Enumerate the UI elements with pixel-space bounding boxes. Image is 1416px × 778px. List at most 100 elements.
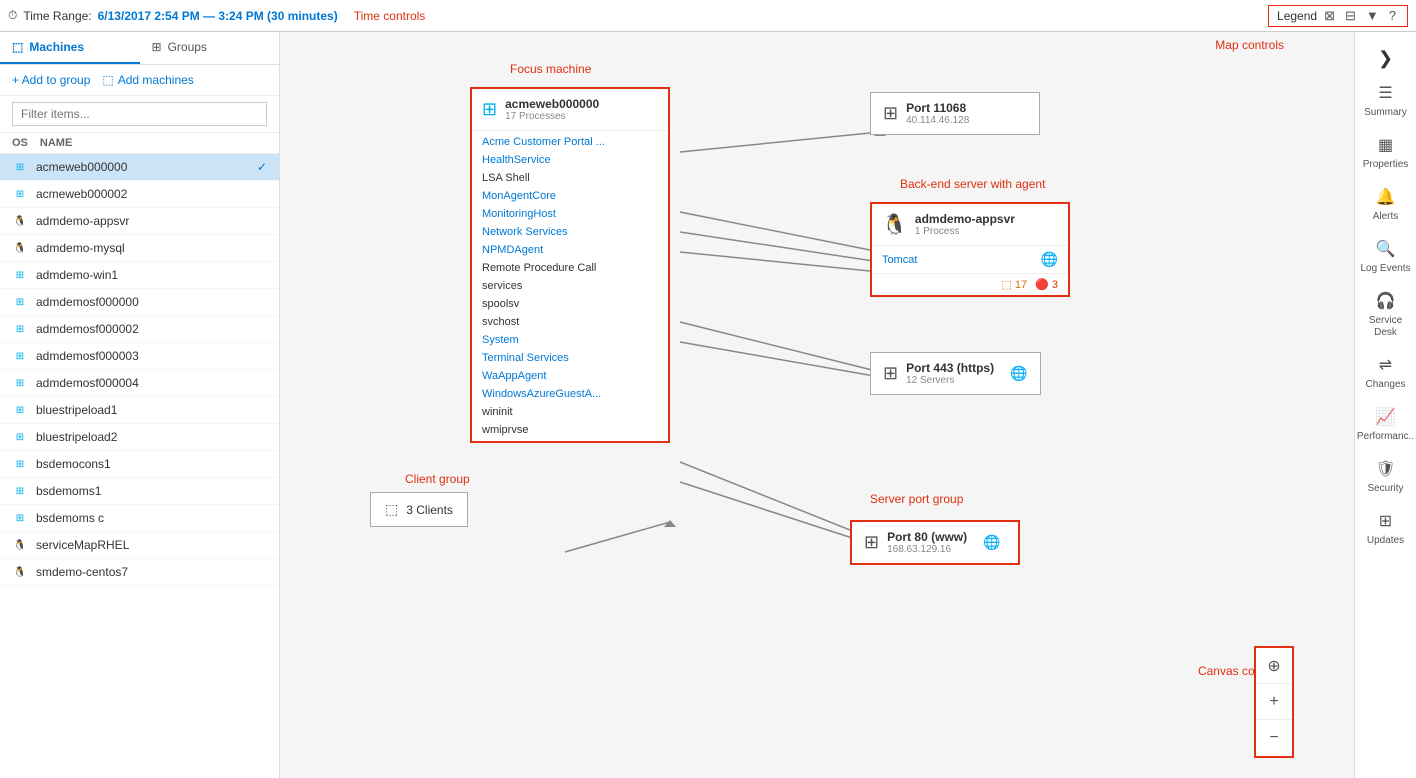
windows-os-icon: ⊞ [12, 510, 28, 526]
backend-footer: ⬚ 17 🔴 3 [872, 274, 1068, 295]
legend-help-icon[interactable]: ? [1386, 8, 1399, 23]
tab-machines[interactable]: ⬚ Machines [0, 32, 140, 64]
zoom-in-button[interactable]: + [1256, 684, 1292, 720]
back-button[interactable]: ❯ [1370, 44, 1401, 73]
focus-machine-processes: 17 Processes [505, 111, 599, 122]
focus-machine-service[interactable]: Terminal Services [472, 349, 668, 367]
sidebar-item[interactable]: ⊞acmeweb000002 [0, 181, 279, 208]
right-nav-item-security[interactable]: 🛡Security [1353, 451, 1416, 503]
sidebar-item[interactable]: ⊞admdemosf000003 [0, 343, 279, 370]
monitor-badge: ⬚ 17 [1002, 278, 1028, 291]
focus-machine-box: ⊞ acmeweb000000 17 Processes Acme Custom… [470, 87, 670, 443]
focus-machine-service[interactable]: LSA Shell [472, 169, 668, 187]
port-443-icon: ⊞ [883, 363, 898, 384]
focus-machine-service[interactable]: System [472, 331, 668, 349]
sidebar-item[interactable]: ⊞admdemosf000002 [0, 316, 279, 343]
backend-service[interactable]: Tomcat 🌐 [872, 246, 1068, 274]
right-nav-item-alerts[interactable]: 🔔 Alerts [1353, 179, 1416, 231]
sidebar-item[interactable]: ⊞acmeweb000000✓ [0, 154, 279, 181]
focus-machine-service[interactable]: HealthService [472, 151, 668, 169]
spg-title: Port 80 (www) [887, 530, 967, 544]
machines-icon: ⬚ [12, 40, 23, 54]
client-group-box[interactable]: ⬚ 3 Clients [370, 492, 468, 527]
add-machines-button[interactable]: ⬚ Add machines [102, 73, 193, 87]
spg-icon: ⊞ [864, 532, 879, 553]
sidebar-item[interactable]: ⊞bsdemoms1 [0, 478, 279, 505]
focus-machine-service[interactable]: wininit [472, 403, 668, 421]
port-11068-sub: 40.114.46.128 [906, 115, 969, 126]
add-to-group-button[interactable]: + Add to group [12, 73, 90, 87]
sidebar-item[interactable]: 🐧admdemo-appsvr [0, 208, 279, 235]
sidebar-actions: + Add to group ⬚ Add machines [0, 65, 279, 96]
sidebar-tabs: ⬚ Machines ⊞ Groups [0, 32, 279, 65]
focus-machine-service[interactable]: wmiprvse [472, 421, 668, 439]
focus-machine-service[interactable]: NPMDAgent [472, 241, 668, 259]
focus-machine-service[interactable]: WaAppAgent [472, 367, 668, 385]
connections-svg [280, 32, 1354, 778]
windows-icon: ⊞ [482, 99, 497, 120]
backend-header: 🐧 admdemo-appsvr 1 Process [872, 204, 1068, 246]
focus-machine-service[interactable]: MonitoringHost [472, 205, 668, 223]
right-nav-item-service-desk[interactable]: 🎧Service Desk [1353, 283, 1416, 347]
sidebar-item[interactable]: ⊞bsdemocons1 [0, 451, 279, 478]
focus-machine-label: Focus machine [510, 62, 591, 76]
sidebar-item[interactable]: ⊞bluestripeload1 [0, 397, 279, 424]
focus-machine-service[interactable]: WindowsAzureGuestA... [472, 385, 668, 403]
right-nav-item-changes[interactable]: ⇌Changes [1353, 347, 1416, 399]
port-443-title: Port 443 (https) [906, 361, 994, 375]
focus-machine-service[interactable]: Network Services [472, 223, 668, 241]
nav-icon: 🔔 [1376, 187, 1396, 207]
focus-machine-service[interactable]: Remote Procedure Call [472, 259, 668, 277]
linux-os-icon: 🐧 [12, 240, 28, 256]
sidebar-item[interactable]: 🐧serviceMapRHEL [0, 532, 279, 559]
backend-processes: 1 Process [915, 226, 1015, 237]
time-icon: ⏱ [8, 8, 17, 23]
port-11068-title: Port 11068 [906, 101, 969, 115]
legend-collapse-icon[interactable]: ⊟ [1342, 8, 1359, 24]
focus-machine-service[interactable]: Acme Customer Portal ... [472, 133, 668, 151]
filter-input[interactable] [12, 102, 267, 126]
machine-name: bsdemocons1 [36, 457, 267, 471]
header: ⏱ Time Range: 6/13/2017 2:54 PM — 3:24 P… [0, 0, 1416, 32]
selected-check-icon: ✓ [257, 160, 267, 174]
focus-machine-service[interactable]: services [472, 277, 668, 295]
time-controls-label[interactable]: Time controls [354, 9, 426, 23]
right-nav-item-performanc--[interactable]: 📈Performanc.. [1353, 399, 1416, 451]
windows-os-icon: ⊞ [12, 186, 28, 202]
machine-name: admdemo-appsvr [36, 214, 267, 228]
server-port-group-box[interactable]: ⊞ Port 80 (www) 168.63.129.16 🌐 [850, 520, 1020, 565]
fit-view-button[interactable]: ⊕ [1256, 648, 1292, 684]
windows-os-icon: ⊞ [12, 267, 28, 283]
port-443-box[interactable]: ⊞ Port 443 (https) 12 Servers 🌐 [870, 352, 1041, 395]
right-nav-item-properties[interactable]: ▦Properties [1353, 127, 1416, 179]
windows-os-icon: ⊞ [12, 375, 28, 391]
machine-name: admdemo-mysql [36, 241, 267, 255]
tab-groups[interactable]: ⊞ Groups [140, 32, 280, 64]
server-port-group-label: Server port group [870, 492, 963, 506]
right-nav-item-updates[interactable]: ⊞Updates [1353, 503, 1416, 555]
legend-filter-icon[interactable]: ▼ [1363, 8, 1382, 23]
focus-machine-service[interactable]: spoolsv [472, 295, 668, 313]
right-nav-item-summary[interactable]: ☰Summary [1353, 75, 1416, 127]
zoom-out-button[interactable]: − [1256, 720, 1292, 756]
focus-machine-service[interactable]: svchost [472, 313, 668, 331]
canvas-controls: ⊕ + − [1254, 646, 1294, 758]
sidebar-item[interactable]: 🐧 admdemo-mysql [0, 235, 279, 262]
nav-label: Alerts [1373, 211, 1399, 223]
sidebar-item[interactable]: 🐧smdemo-centos7 [0, 559, 279, 586]
port-11068-box[interactable]: ⊞ Port 11068 40.114.46.128 [870, 92, 1040, 135]
nav-icon: ☰ [1378, 83, 1392, 103]
sidebar-item[interactable]: ⊞bsdemoms c [0, 505, 279, 532]
legend-expand-icon[interactable]: ⊠ [1321, 8, 1338, 24]
nav-label: Changes [1365, 379, 1405, 391]
sidebar-item[interactable]: ⊞admdemosf000004 [0, 370, 279, 397]
backend-label: Back-end server with agent [900, 177, 1045, 191]
sidebar-item[interactable]: ⊞bluestripeload2 [0, 424, 279, 451]
port-443-globe-icon: 🌐 [1010, 365, 1027, 382]
sidebar-item[interactable]: ⊞admdemosf000000 [0, 289, 279, 316]
sidebar-item[interactable]: ⊞admdemo-win1 [0, 262, 279, 289]
legend-label: Legend [1277, 9, 1317, 23]
port-icon: ⊞ [883, 103, 898, 124]
right-nav-item-log-events[interactable]: 🔍Log Events [1353, 231, 1416, 283]
focus-machine-service[interactable]: MonAgentCore [472, 187, 668, 205]
